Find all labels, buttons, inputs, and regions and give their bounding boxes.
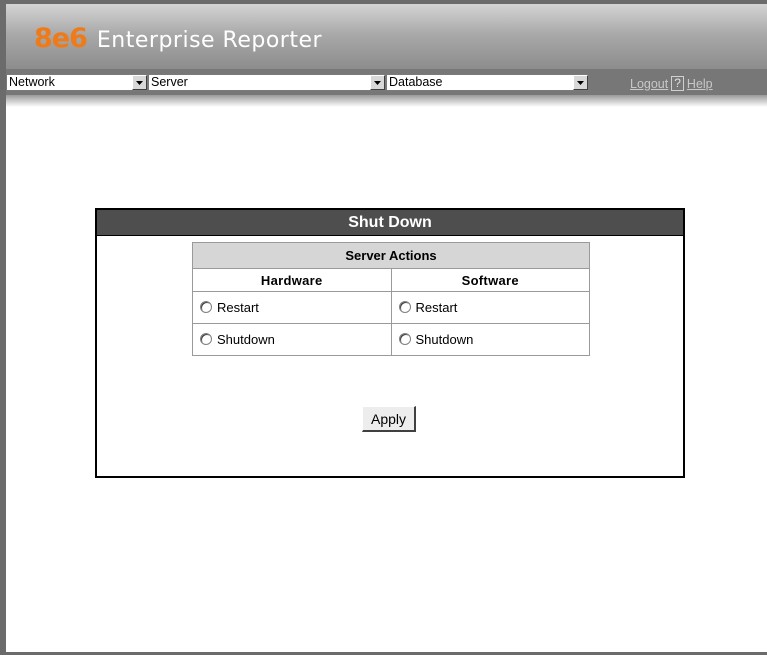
radio-button[interactable] [398, 301, 411, 313]
chevron-down-icon[interactable] [370, 75, 385, 90]
help-icon[interactable]: ? [671, 76, 684, 91]
option-label: Restart [415, 300, 458, 315]
chevron-down-icon[interactable] [132, 75, 147, 90]
hardware-shutdown-option[interactable]: Shutdown [192, 323, 392, 356]
nav-bar: Network Server Database Logout ? Help [6, 69, 767, 95]
server-actions-table: Server Actions Hardware Software Restart… [192, 242, 590, 356]
option-label: Shutdown [415, 332, 474, 347]
database-dropdown[interactable]: Database [386, 74, 589, 91]
server-dropdown-value: Server [151, 75, 188, 89]
apply-button[interactable]: Apply [362, 406, 416, 432]
network-dropdown[interactable]: Network [6, 74, 148, 91]
table-caption: Server Actions [192, 242, 590, 269]
network-dropdown-value: Network [9, 75, 55, 89]
table-row: Restart Restart [192, 291, 590, 324]
panel-title: Shut Down [97, 210, 683, 236]
top-links: Logout ? Help [630, 75, 713, 92]
logout-link[interactable]: Logout [630, 77, 668, 91]
header-shadow [6, 95, 767, 107]
option-label: Restart [217, 300, 259, 315]
radio-button[interactable] [398, 333, 411, 345]
brand-logo: 8e6 Enterprise Reporter [34, 23, 322, 54]
chevron-down-icon[interactable] [573, 75, 588, 90]
help-link[interactable]: Help [687, 77, 713, 91]
column-header-hardware: Hardware [192, 268, 392, 292]
database-dropdown-value: Database [389, 75, 443, 89]
table-row: Shutdown Shutdown [192, 323, 590, 356]
server-dropdown[interactable]: Server [148, 74, 386, 91]
column-header-software: Software [390, 268, 590, 292]
shutdown-panel: Shut Down Server Actions Hardware Softwa… [95, 208, 685, 478]
software-shutdown-option[interactable]: Shutdown [390, 323, 590, 356]
software-restart-option[interactable]: Restart [390, 291, 590, 324]
radio-button[interactable] [200, 333, 212, 345]
radio-button[interactable] [200, 301, 212, 313]
option-label: Shutdown [217, 332, 275, 347]
app-header: 8e6 Enterprise Reporter [6, 4, 767, 69]
product-name: Enterprise Reporter [96, 28, 323, 53]
logo-mark: 8e6 [34, 23, 88, 54]
hardware-restart-option[interactable]: Restart [192, 291, 392, 324]
